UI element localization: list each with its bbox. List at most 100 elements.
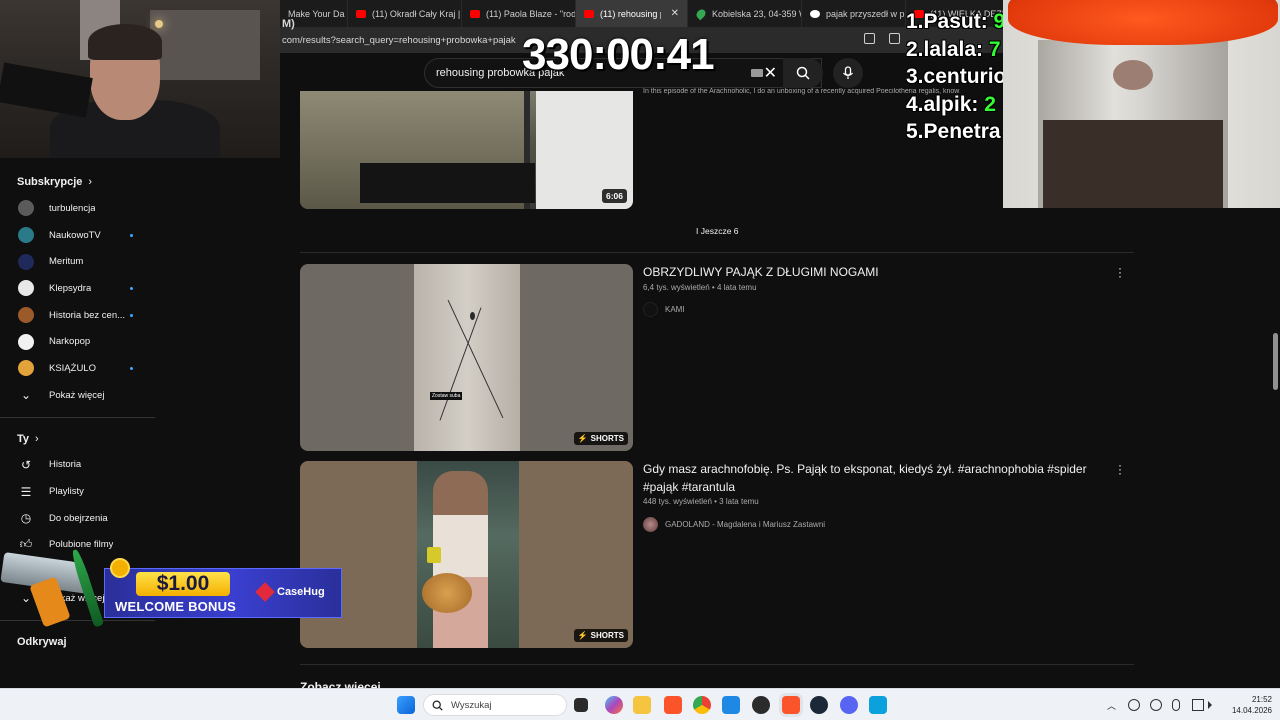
history-icon: ↺ — [20, 457, 32, 472]
sidebar-subscription-item[interactable]: Narkopop — [0, 328, 156, 355]
ad-amount: $1.00 — [136, 572, 230, 596]
subscriptions-header[interactable]: Subskrypcje › — [0, 169, 156, 195]
show-more-results[interactable]: I Jeszcze 6 — [696, 226, 739, 236]
keyboard-icon[interactable] — [751, 69, 763, 77]
url-text[interactable]: com/results?search_query=rehousing+probo… — [280, 35, 516, 46]
task-view-icon[interactable] — [574, 698, 588, 712]
upload-age: 3 lata temu — [719, 497, 759, 506]
browser-tab[interactable]: (11) Okradł Cały Kraj | : — [348, 0, 462, 27]
sidebar-subscription-item[interactable]: Historia bez cen... — [0, 302, 156, 329]
tab-title: (11) Paola Blaze - "rod — [486, 8, 576, 19]
shorts-badge: ⚡ SHORTS — [573, 629, 628, 642]
tab-title: (11) rehousing pro — [600, 8, 661, 19]
browser-tab[interactable]: pajak przyszedł w proś — [802, 0, 906, 27]
taskbar-search-placeholder: Wyszukaj — [451, 699, 492, 711]
video-title[interactable]: Gdy masz arachnofobię. Ps. Pająk to eksp… — [643, 461, 1103, 496]
windows-start-icon[interactable] — [397, 696, 415, 714]
network-icon[interactable] — [1192, 699, 1204, 711]
you-header[interactable]: Ty › — [0, 426, 156, 452]
show-more-subscriptions[interactable]: ⌄ Pokaż więcej — [0, 382, 156, 409]
search-button[interactable] — [783, 58, 823, 88]
app-icon[interactable] — [752, 696, 770, 714]
youtube-icon — [584, 9, 594, 18]
jar-lid — [1008, 0, 1278, 45]
spider-camera-overlay — [1003, 0, 1280, 208]
leaderboard-name: 3.centurio — [906, 65, 1003, 88]
channel-avatar — [18, 333, 34, 350]
channel-row[interactable]: KAMI — [643, 302, 685, 317]
sidebar-subscription-item[interactable]: KSIĄŻULO — [0, 355, 156, 382]
media-app-icon[interactable] — [869, 696, 887, 714]
results-divider — [300, 664, 1134, 665]
chevron-up-icon[interactable]: ︿ — [1107, 699, 1119, 711]
sidebar-subscription-item[interactable]: turbulencja — [0, 195, 156, 222]
taskbar-search[interactable]: Wyszukaj — [423, 694, 567, 716]
shorts-thumbnail[interactable]: Zostaw suba ⚡ SHORTS — [300, 264, 633, 451]
channel-name[interactable]: KAMI — [665, 305, 685, 314]
sync-icon[interactable] — [1128, 699, 1140, 711]
watch-later-icon: ◷ — [20, 511, 32, 526]
view-count: 6,4 tys. wyświetleń — [643, 283, 710, 292]
yellow-cup — [427, 547, 441, 563]
clock-date: 14.04.2026 — [1231, 706, 1272, 715]
video-thumbnail[interactable]: 6:06 — [300, 91, 633, 209]
tab-title: pajak przyszedł w proś — [826, 8, 905, 19]
sidebar-item-playlists[interactable]: ☰ Playlisty — [0, 478, 156, 505]
chevron-right-icon: › — [88, 176, 93, 188]
more-actions-icon[interactable]: · · · — [1116, 459, 1124, 479]
upload-age: 4 lata temu — [716, 283, 757, 292]
channel-avatar[interactable] — [643, 302, 658, 317]
person-image — [433, 471, 488, 648]
chrome-icon[interactable] — [693, 696, 711, 714]
channel-avatar[interactable] — [643, 517, 658, 532]
webcam-microphone — [0, 62, 93, 118]
leaderboard-score: 7 — [988, 37, 1001, 61]
volume-icon[interactable] — [1208, 701, 1212, 709]
google-icon — [810, 9, 820, 18]
sidebar-subscription-item[interactable]: Meritum — [0, 248, 156, 275]
wall-image — [414, 264, 520, 451]
ad-bonus-text: WELCOME BONUS — [115, 599, 237, 614]
share-icon[interactable] — [889, 33, 900, 44]
new-content-dot — [130, 287, 133, 291]
sidebar-item-watch-later[interactable]: ◷ Do obejrzenia — [0, 505, 156, 532]
address-bar-icons — [864, 33, 900, 44]
browser-tab[interactable]: (11) Paola Blaze - "rod — [462, 0, 576, 27]
sidebar-item-label: KSIĄŻULO — [49, 362, 96, 374]
file-explorer-icon[interactable] — [633, 696, 651, 714]
brave-active-icon[interactable] — [782, 696, 800, 714]
screencast-icon[interactable] — [864, 33, 875, 44]
search-icon — [796, 66, 810, 80]
shorts-thumbnail[interactable]: ⚡ SHORTS — [300, 461, 633, 648]
cloud-icon[interactable] — [1150, 699, 1162, 711]
clear-search-icon[interactable]: ✕ — [764, 63, 777, 83]
taskbar-clock[interactable]: 21:52 14.04.2026 — [1228, 694, 1272, 716]
microphone-tray-icon[interactable] — [1172, 699, 1180, 711]
leaderboard-overlay: 1.Pasut: 9 2.lalala: 7 3.centurio 4.alpi… — [906, 8, 1003, 148]
store-icon[interactable] — [722, 696, 740, 714]
brave-icon[interactable] — [664, 696, 682, 714]
sidebar-item-label: Historia bez cen... — [49, 309, 126, 321]
steam-icon[interactable] — [810, 696, 828, 714]
page-scrollbar[interactable] — [1273, 333, 1278, 390]
sidebar-item-label: Meritum — [49, 256, 84, 268]
voice-search-button[interactable] — [833, 58, 863, 88]
channel-row[interactable]: GADOLAND - Magdalena i Mariusz Zastawni — [643, 517, 825, 532]
chevron-right-icon: › — [35, 432, 39, 445]
video-title[interactable]: OBRZYDLIWY PAJĄK Z DŁUGIMI NOGAMI — [643, 264, 1103, 282]
copilot-icon[interactable] — [605, 696, 623, 714]
channel-avatar — [18, 200, 34, 217]
more-actions-icon[interactable]: · · · — [1116, 262, 1124, 282]
sidebar-subscription-item[interactable]: Klepsydra — [0, 275, 156, 302]
shorts-badge: ⚡ SHORTS — [573, 432, 628, 445]
close-tab-icon[interactable]: ✕ — [671, 8, 679, 19]
shorts-icon: ⚡ — [577, 434, 588, 443]
sidebar-item-history[interactable]: ↺ Historia — [0, 452, 156, 479]
discord-icon[interactable] — [840, 696, 858, 714]
channel-avatar — [18, 307, 34, 324]
channel-name[interactable]: GADOLAND - Magdalena i Mariusz Zastawni — [665, 520, 825, 529]
sidebar-subscription-item[interactable]: NaukowoTV — [0, 222, 156, 249]
webcam-kitchen-cabinet — [150, 10, 260, 80]
browser-tab[interactable]: Kobielska 23, 04-359 W — [688, 0, 802, 27]
browser-tab-active[interactable]: (11) rehousing pro ✕ — [576, 0, 688, 27]
